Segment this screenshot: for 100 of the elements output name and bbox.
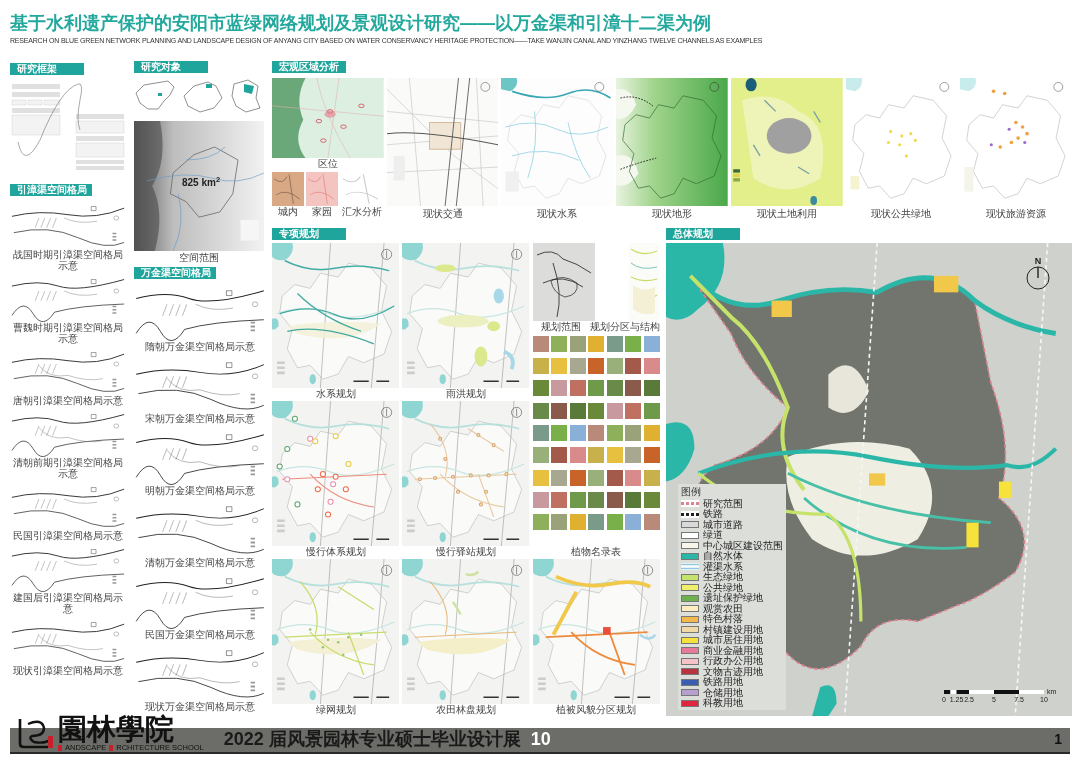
plant-photo-placeholder — [569, 336, 586, 352]
plant-photo-placeholder — [588, 425, 605, 441]
plant-photo-placeholder — [569, 403, 586, 419]
plant-photo-placeholder — [532, 492, 549, 508]
section-heading: 研究框架 — [10, 63, 84, 75]
plant-photo-placeholder — [625, 403, 642, 419]
plant-photo-placeholder — [532, 470, 549, 486]
legend-label: 自然水体 — [703, 551, 743, 561]
lake — [666, 422, 695, 482]
diagram-caption: 民国引漳渠空间格局示意 — [12, 530, 124, 541]
section-heading: 引漳渠空间格局 — [10, 184, 92, 196]
plant-photo-placeholder — [625, 380, 642, 396]
legend-label: 中心城区建设范围 — [703, 540, 783, 551]
legend-label: 文物古迹用地 — [703, 666, 763, 677]
legend-title: 图例 — [681, 486, 702, 498]
poster-title: 基于水利遗产保护的安阳市蓝绿网络规划及景观设计研究——以万金渠和引漳十二渠为例 — [10, 12, 711, 34]
plant-photo-placeholder — [606, 380, 623, 396]
legend-label: 城市道路 — [703, 519, 743, 530]
legend-label: 生态绿地 — [703, 572, 743, 582]
plant-photo-placeholder — [569, 380, 586, 396]
north-label: N — [1034, 257, 1042, 266]
plant-photo-placeholder — [625, 470, 642, 486]
plant-photo-placeholder — [625, 447, 642, 463]
plant-photo-placeholder — [532, 425, 549, 441]
legend-label: 城市居住用地 — [703, 635, 763, 645]
legend-label: 绿道 — [703, 530, 723, 540]
plant-photo-placeholder — [625, 425, 642, 441]
plant-photo-placeholder — [606, 514, 623, 530]
section-heading: 总体规划 — [666, 228, 740, 240]
map-caption: 规划分区与结构 — [590, 321, 660, 333]
plant-photo-placeholder — [625, 514, 642, 530]
plant-photo-placeholder — [588, 336, 605, 352]
exhibition-title: 2022 届风景园林专业硕士毕业设计展 — [223, 728, 521, 751]
diagram-caption: 现状引漳渠空间格局示意 — [12, 665, 124, 676]
diagram-caption: 隋朝万金渠空间格局示意 — [144, 341, 256, 352]
plant-photo-placeholder — [588, 403, 605, 419]
plant-photo-placeholder — [551, 358, 568, 374]
plant-photo-placeholder — [569, 358, 586, 374]
inset-map-drawing — [272, 172, 304, 206]
plant-photo-placeholder — [551, 447, 568, 463]
map-caption: 现状水系 — [536, 208, 579, 220]
plant-photo-placeholder — [588, 514, 605, 530]
legend-label: 公共绿地 — [703, 582, 743, 593]
plant-photo-placeholder — [606, 425, 623, 441]
map-caption: 城内 — [277, 206, 299, 218]
plant-photo-placeholder — [643, 514, 660, 530]
legend-label: 铁路 — [703, 509, 723, 519]
logo-accent-icon — [58, 745, 62, 751]
legend-label: 特色村落 — [703, 614, 743, 624]
map-caption: 现状公共绿地 — [870, 208, 933, 220]
plant-photo-placeholder — [625, 336, 642, 352]
plant-photo-placeholder — [588, 492, 605, 508]
diagram-caption: 清朝前期引漳渠空间格局示意 — [12, 457, 124, 479]
map-caption: 现状交通 — [421, 208, 464, 220]
map-caption: 农田林盘规划 — [435, 704, 497, 716]
plant-photo-placeholder — [551, 380, 568, 396]
plant-photo-placeholder — [532, 403, 549, 419]
plant-photo-placeholder — [625, 492, 642, 508]
legend-label: 行政办公用地 — [703, 656, 763, 666]
diagram-caption: 民国万金渠空间格局示意 — [144, 629, 256, 640]
plant-photo-placeholder — [551, 425, 568, 441]
plant-photo-placeholder — [606, 447, 623, 463]
plant-photo-placeholder — [643, 358, 660, 374]
plant-photo-placeholder — [606, 336, 623, 352]
plant-photo-placeholder — [532, 514, 549, 530]
plant-photo-placeholder — [569, 514, 586, 530]
section-heading: 研究对象 — [134, 61, 208, 73]
diagram-caption: 建国后引漳渠空间格局示意 — [12, 592, 124, 614]
lake — [812, 685, 837, 716]
map-caption: 水系规划 — [314, 388, 357, 400]
section-heading: 宏观区域分析 — [272, 61, 346, 73]
diagram-caption: 现状万金渠空间格局示意 — [144, 701, 256, 712]
exhibition-number: 10 — [530, 728, 551, 751]
urban-area — [828, 365, 869, 413]
plant-photo-placeholder — [643, 380, 660, 396]
plant-photo-placeholder — [643, 492, 660, 508]
land-parcel — [966, 522, 979, 548]
map-caption: 汇水分析 — [340, 206, 383, 218]
legend-label: 遗址保护绿地 — [703, 593, 763, 603]
diagram-caption: 清朝万金渠空间格局示意 — [144, 557, 256, 568]
plant-photo-placeholder — [551, 336, 568, 352]
plant-photo-placeholder — [551, 492, 568, 508]
plant-photo-placeholder — [532, 447, 549, 463]
plant-photo-placeholder — [551, 470, 568, 486]
plant-photo-placeholder — [606, 358, 623, 374]
plant-photo-placeholder — [569, 425, 586, 441]
section-heading: 专项规划 — [272, 228, 346, 240]
plant-photo-placeholder — [588, 380, 605, 396]
china-map-drawing — [134, 79, 176, 113]
logo-accent-icon — [109, 745, 114, 751]
plant-photo-placeholder — [643, 403, 660, 419]
map-caption: 空间范围 — [178, 252, 220, 263]
map-caption: 慢行体系规划 — [304, 546, 367, 558]
plant-photo-placeholder — [588, 358, 605, 374]
map-caption: 家园 — [311, 206, 333, 218]
diagram-caption: 唐朝引漳渠空间格局示意 — [12, 395, 124, 406]
plant-photo-placeholder — [588, 470, 605, 486]
legend-label: 研究范围 — [703, 498, 743, 509]
plant-photo-placeholder — [606, 492, 623, 508]
plant-photo-placeholder — [569, 492, 586, 508]
